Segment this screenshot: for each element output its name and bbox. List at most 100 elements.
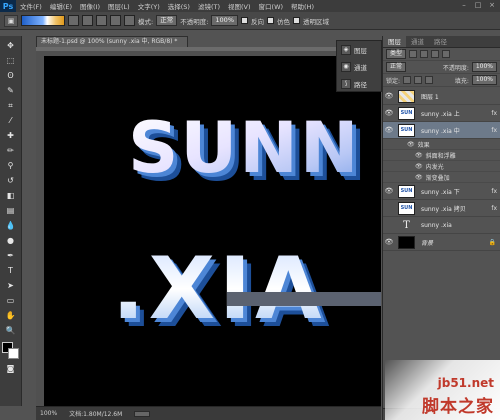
layer-filter-select[interactable]: 类型 bbox=[386, 49, 407, 59]
marquee-tool-icon[interactable]: ⬚ bbox=[3, 55, 19, 67]
color-swatches[interactable] bbox=[1, 342, 20, 360]
dodge-tool-icon[interactable]: ● bbox=[3, 235, 19, 247]
filter-adjust-icon[interactable] bbox=[420, 50, 429, 58]
menu-help[interactable]: 帮助(H) bbox=[287, 1, 318, 11]
layer-row[interactable]: T sunny .xia bbox=[383, 217, 500, 234]
layer-row-selected[interactable]: 👁 SUN sunny .xia 中 fx bbox=[383, 122, 500, 139]
status-scroll-handle[interactable] bbox=[134, 410, 151, 417]
transparency-checkbox[interactable] bbox=[293, 17, 300, 24]
clone-stamp-tool-icon[interactable]: ⚲ bbox=[3, 160, 19, 172]
gradient-tool-icon[interactable]: ▤ bbox=[3, 205, 19, 217]
lasso-tool-icon[interactable]: ʘ bbox=[3, 70, 19, 82]
title-face: SUNN bbox=[128, 107, 360, 189]
history-brush-tool-icon[interactable]: ↺ bbox=[3, 175, 19, 187]
lock-transparent-icon[interactable] bbox=[403, 76, 412, 84]
fx-icon[interactable]: fx bbox=[491, 110, 497, 117]
layer-row[interactable]: 👁 SUN sunny .xia 下 fx bbox=[383, 183, 500, 200]
layer-row[interactable]: 👁 图层 1 bbox=[383, 88, 500, 105]
blend-mode-select[interactable]: 正常 bbox=[386, 62, 407, 72]
eyedropper-tool-icon[interactable]: ⁄ bbox=[3, 115, 19, 127]
menu-view[interactable]: 视图(V) bbox=[224, 1, 255, 11]
menu-type[interactable]: 文字(Y) bbox=[134, 1, 164, 11]
path-select-tool-icon[interactable]: ➤ bbox=[3, 280, 19, 292]
eye-icon[interactable]: 👁 bbox=[415, 152, 423, 159]
gradient-picker[interactable] bbox=[21, 15, 65, 26]
menu-layer[interactable]: 图层(L) bbox=[104, 1, 134, 11]
dither-checkbox[interactable] bbox=[267, 17, 274, 24]
radial-gradient-button[interactable] bbox=[82, 15, 93, 26]
gradient-tool-preset-icon[interactable]: ▣ bbox=[4, 14, 18, 27]
fx-icon[interactable]: fx bbox=[491, 205, 497, 212]
layer-row[interactable]: 👁 背景 🔒 bbox=[383, 234, 500, 251]
background-color-swatch[interactable] bbox=[7, 348, 19, 359]
layer-row[interactable]: SUN sunny .xia 拷贝 fx bbox=[383, 200, 500, 217]
filter-type-icon[interactable] bbox=[431, 50, 440, 58]
linear-gradient-button[interactable] bbox=[68, 15, 79, 26]
strip-paths[interactable]: ⟆ 路径 bbox=[337, 75, 381, 92]
hand-tool-icon[interactable]: ✋ bbox=[3, 310, 19, 322]
reverse-checkbox[interactable] bbox=[241, 17, 248, 24]
blur-tool-icon[interactable]: 💧 bbox=[3, 220, 19, 232]
minimize-button[interactable]: – bbox=[458, 1, 470, 10]
menu-edit[interactable]: 编辑(E) bbox=[46, 1, 76, 11]
panel-opacity-input[interactable]: 100% bbox=[471, 62, 497, 72]
effect-item[interactable]: 👁 斜面和浮雕 bbox=[383, 150, 500, 161]
brush-tool-icon[interactable]: ✏ bbox=[3, 145, 19, 157]
pen-tool-icon[interactable]: ✒ bbox=[3, 250, 19, 262]
type-layer-thumbnail: T bbox=[403, 219, 410, 231]
fill-input[interactable]: 100% bbox=[471, 75, 497, 85]
quick-select-tool-icon[interactable]: ✎ bbox=[3, 85, 19, 97]
fx-icon[interactable]: fx bbox=[491, 188, 497, 195]
lock-position-icon[interactable] bbox=[425, 76, 434, 84]
eye-icon[interactable]: 👁 bbox=[407, 141, 415, 148]
angle-gradient-button[interactable] bbox=[96, 15, 107, 26]
effect-item[interactable]: 👁 渐变叠加 bbox=[383, 172, 500, 183]
zoom-tool-icon[interactable]: 🔍 bbox=[3, 325, 19, 337]
quick-mask-icon[interactable]: ◙ bbox=[3, 363, 19, 375]
filter-shape-icon[interactable] bbox=[442, 50, 451, 58]
effects-group[interactable]: 👁 效果 bbox=[383, 139, 500, 150]
lock-pixels-icon[interactable] bbox=[414, 76, 423, 84]
healing-tool-icon[interactable]: ✚ bbox=[3, 130, 19, 142]
diamond-gradient-button[interactable] bbox=[124, 15, 135, 26]
layer-name: sunny .xia bbox=[421, 221, 452, 229]
eye-icon[interactable]: 👁 bbox=[383, 187, 395, 195]
mode-select[interactable]: 正常 bbox=[156, 15, 178, 26]
strip-channels[interactable]: ◉ 通道 bbox=[337, 58, 381, 75]
effect-item[interactable]: 👁 内发光 bbox=[383, 161, 500, 172]
eye-icon[interactable]: 👁 bbox=[415, 174, 423, 181]
crop-tool-icon[interactable]: ⌗ bbox=[3, 100, 19, 112]
layer-name: 背景 bbox=[421, 239, 434, 247]
eye-icon[interactable]: 👁 bbox=[383, 238, 395, 246]
canvas[interactable]: SUNN SUNN SUNN .XIA .XIA .XIA bbox=[44, 56, 381, 406]
eye-icon[interactable]: 👁 bbox=[383, 126, 395, 134]
tab-layers[interactable]: 图层 bbox=[383, 36, 406, 47]
opacity-input[interactable]: 100% bbox=[211, 15, 238, 26]
menu-select[interactable]: 选择(S) bbox=[164, 1, 194, 11]
strip-layers[interactable]: ◈ 图层 bbox=[337, 41, 381, 58]
fx-icon[interactable]: fx bbox=[491, 127, 497, 134]
menu-file[interactable]: 文件(F) bbox=[16, 1, 46, 11]
layer-name: sunny .xia 上 bbox=[421, 110, 460, 118]
document-info[interactable]: 文档:1.80M/12.6M bbox=[69, 409, 122, 418]
tools-panel: ✥ ⬚ ʘ ✎ ⌗ ⁄ ✚ ✏ ⚲ ↺ ◧ ▤ 💧 ● ✒ T ➤ ▭ ✋ 🔍 … bbox=[0, 36, 22, 406]
eye-icon[interactable]: 👁 bbox=[383, 92, 395, 100]
tab-channels[interactable]: 通道 bbox=[406, 36, 429, 47]
menu-image[interactable]: 图像(I) bbox=[76, 1, 104, 11]
eye-icon[interactable]: 👁 bbox=[415, 163, 423, 170]
zoom-level[interactable]: 100% bbox=[40, 410, 57, 417]
shape-tool-icon[interactable]: ▭ bbox=[3, 295, 19, 307]
menu-window[interactable]: 窗口(W) bbox=[255, 1, 288, 11]
eraser-tool-icon[interactable]: ◧ bbox=[3, 190, 19, 202]
menu-filter[interactable]: 滤镜(T) bbox=[194, 1, 224, 11]
tab-paths[interactable]: 路径 bbox=[429, 36, 452, 47]
eye-icon[interactable]: 👁 bbox=[383, 109, 395, 117]
close-button[interactable]: × bbox=[486, 1, 498, 10]
type-tool-icon[interactable]: T bbox=[3, 265, 19, 277]
maximize-button[interactable]: □ bbox=[472, 1, 484, 10]
move-tool-icon[interactable]: ✥ bbox=[3, 40, 19, 52]
filter-pixel-icon[interactable] bbox=[409, 50, 418, 58]
reflected-gradient-button[interactable] bbox=[110, 15, 121, 26]
document-tab[interactable]: 未标题-1.psd @ 100% (sunny .xia 中, RGB/8) * bbox=[36, 36, 188, 47]
layer-row[interactable]: 👁 SUN sunny .xia 上 fx bbox=[383, 105, 500, 122]
